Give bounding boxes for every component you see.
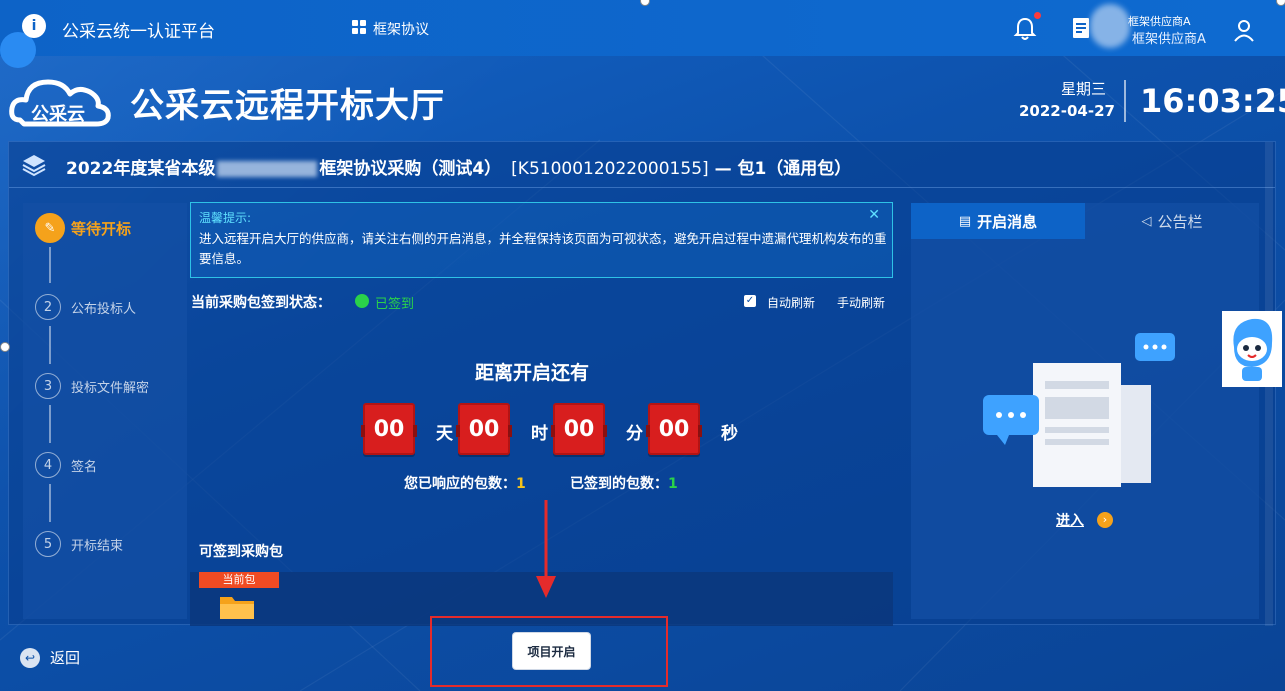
hours-digit: 00 <box>456 403 512 455</box>
weekday: 星期三 <box>1061 80 1107 98</box>
svg-text:公采云: 公采云 <box>31 104 85 125</box>
tab-open-messages[interactable]: ▤ 开启消息 <box>911 203 1085 239</box>
minutes-digit: 00 <box>551 403 607 455</box>
seconds-unit: 秒 <box>721 424 738 444</box>
signable-packages-title: 可签到采购包 <box>199 544 283 560</box>
step-connector <box>49 484 51 522</box>
tip-box: 温馨提示: ✕ 进入远程开启大厅的供应商，请关注右侧的开启消息，并全程保持该页面… <box>190 202 893 278</box>
tab-notice-board[interactable]: ◁ 公告栏 <box>1085 203 1259 239</box>
progress-steps: ✎ 等待开标 2 公布投标人 3 投标文件解密 4 签名 5 开标结束 <box>23 203 187 619</box>
back-arrow-icon: ↩ <box>20 647 40 668</box>
step-connector <box>49 326 51 364</box>
sign-status-value: 已签到 <box>375 297 415 312</box>
notification-dot <box>1034 12 1041 19</box>
step-publish-bidders: 2 公布投标人 <box>35 292 136 322</box>
user-role: 框架供应商A <box>1128 15 1191 28</box>
platform-title[interactable]: 公采云统一认证平台 <box>62 17 215 42</box>
project-code: [K5100012022000155] <box>511 159 709 179</box>
grid-menu-icon[interactable] <box>352 20 366 34</box>
divider <box>1124 80 1126 122</box>
current-package-badge: 当前包 <box>199 572 279 588</box>
step-connector <box>49 405 51 443</box>
messages-illustration <box>983 333 1175 487</box>
back-button[interactable]: ↩ 返回 <box>20 647 80 668</box>
chevron-right-icon[interactable]: › <box>1097 512 1113 528</box>
auto-refresh-checkbox[interactable]: ✓ <box>744 295 756 307</box>
redacted-text <box>217 161 318 177</box>
speaker-icon: ◁ <box>1141 213 1152 229</box>
manual-refresh-button[interactable]: 手动刷新 <box>837 294 885 311</box>
resize-handle[interactable] <box>1276 0 1285 6</box>
current-date: 2022-04-27 <box>1019 102 1115 120</box>
responded-count: 您已响应的包数：1 <box>404 476 526 492</box>
main-panel: 2022年度某省本级 框架协议采购（测试4） [K5100012022000155]… <box>8 141 1276 626</box>
user-avatar-blurred <box>1090 4 1130 48</box>
step-sign: 4 签名 <box>35 450 97 480</box>
auto-refresh-label[interactable]: 自动刷新 <box>767 294 815 311</box>
annotation-arrow <box>536 500 556 598</box>
project-open-button[interactable]: 项目开启 <box>513 633 590 669</box>
pencil-icon: ✎ <box>35 213 65 243</box>
cloud-logo-icon: 公采云 <box>9 79 111 127</box>
step-decrypt: 3 投标文件解密 <box>35 371 149 401</box>
signed-count: 已签到的包数：1 <box>570 476 678 492</box>
mascot-icon <box>1233 318 1273 381</box>
hall-title: 公采云远程开标大厅 <box>130 86 445 126</box>
step-finish: 5 开标结束 <box>35 529 123 559</box>
project-bar: 2022年度某省本级 框架协议采购（测试4） [K5100012022000155]… <box>9 142 1275 188</box>
hours-unit: 时 <box>531 424 548 444</box>
user-name[interactable]: 框架供应商A <box>1132 28 1206 47</box>
current-time: 16:03:25 <box>1140 82 1285 120</box>
sign-status-label: 当前采购包签到状态： <box>191 295 331 311</box>
project-title: 2022年度某省本级 框架协议采购（测试4） [K5100012022000155]… <box>66 159 852 179</box>
platform-logo-icon[interactable]: i <box>22 14 46 38</box>
nav-framework-agreement[interactable]: 框架协议 <box>373 19 429 39</box>
step-waiting: ✎ 等待开标 <box>35 213 131 243</box>
countdown-title: 距离开启还有 <box>475 362 590 384</box>
top-bar: i 公采云统一认证平台 框架协议 框架供应商A 框架供应商A <box>0 0 1285 68</box>
step-connector <box>49 247 51 283</box>
hall-header: 公采云 公采云远程开标大厅 星期三 2022-04-27 16:03:25 <box>0 56 1285 142</box>
tip-text: 进入远程开启大厅的供应商，请关注右侧的开启消息，并全程保持该页面为可视状态，避免… <box>199 231 887 266</box>
right-panel: ▤ 开启消息 ◁ 公告栏 进入 › <box>911 203 1259 619</box>
message-icon: ▤ <box>958 213 972 229</box>
package-name: — 包1（通用包） <box>714 159 852 179</box>
status-check-icon <box>355 294 369 308</box>
tip-title: 温馨提示: <box>199 211 252 225</box>
close-icon[interactable]: ✕ <box>868 207 880 223</box>
minutes-unit: 分 <box>626 424 643 444</box>
layers-icon <box>22 155 46 177</box>
days-digit: 00 <box>361 403 417 455</box>
user-icon[interactable] <box>1232 18 1256 42</box>
mascot-assistant[interactable] <box>1222 311 1282 387</box>
bell-icon[interactable] <box>1013 16 1037 42</box>
seconds-digit: 00 <box>646 403 702 455</box>
days-unit: 天 <box>436 424 453 444</box>
enter-link[interactable]: 进入 <box>1056 510 1084 530</box>
folder-icon[interactable] <box>219 593 255 619</box>
resize-handle[interactable] <box>0 342 10 352</box>
